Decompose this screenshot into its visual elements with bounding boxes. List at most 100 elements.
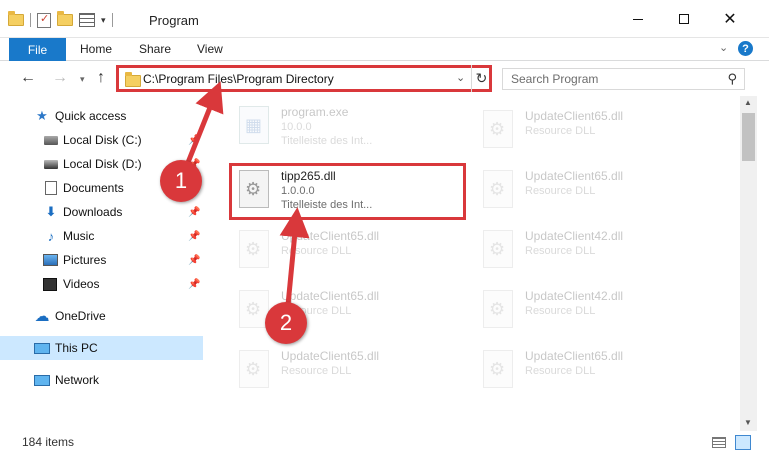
file-name: UpdateClient42.dll [525,229,624,243]
window-bottom-edge [0,455,769,471]
file-item[interactable]: UpdateClient65.dll Resource DLL [229,224,469,274]
navigation-pane: ★ Quick access Local Disk (C:) 📌 Local D… [0,96,205,431]
dll-file-icon [483,170,513,208]
file-item[interactable]: UpdateClient65.dll Resource DLL [229,344,469,394]
quick-access-toolbar: ▾ [8,10,113,30]
tab-home[interactable]: Home [80,42,112,56]
vertical-scrollbar[interactable]: ▲ ▼ [740,96,757,431]
cloud-icon: ☁ [34,308,50,325]
chevron-down-icon[interactable]: ⌄ [456,71,465,84]
expand-ribbon-icon[interactable]: ⌄ [719,41,728,54]
help-icon[interactable]: ? [738,41,753,56]
sidebar-item-this-pc[interactable]: This PC [0,336,203,360]
tab-share[interactable]: Share [139,42,171,56]
sidebar-item-videos[interactable]: Videos 📌 [0,272,203,296]
file-type: Resource DLL [281,365,352,377]
item-count: 184 items [22,435,75,449]
file-name: UpdateClient65.dll [525,349,624,363]
pin-icon[interactable]: 📌 [188,279,200,290]
sidebar-item-label: This PC [55,341,98,355]
minimize-button[interactable] [615,0,661,38]
application-icon [239,106,269,144]
file-type: Resource DLL [525,125,596,137]
file-item[interactable]: UpdateClient65.dll Resource DLL [473,344,713,394]
sidebar-item-label: Music [63,229,95,243]
dll-file-icon [483,350,513,388]
up-arrow-icon[interactable]: ↑ [97,69,105,87]
file-item[interactable]: UpdateClient65.dll Resource DLL [473,104,713,154]
search-input[interactable]: Search Program ⚲ [502,68,745,90]
disk-icon [44,135,58,145]
scroll-up-icon[interactable]: ▲ [744,98,752,107]
file-name: program.exe [281,105,349,119]
file-item-program-exe[interactable]: program.exe 10.0.0 Titelleiste des Int..… [229,100,469,150]
folder-icon [8,11,24,26]
refresh-icon[interactable]: ↻ [471,65,491,92]
file-type: Resource DLL [525,365,596,377]
file-list: program.exe 10.0.0 Titelleiste des Int..… [213,96,740,431]
sidebar-item-label: Downloads [63,205,123,219]
pin-icon[interactable]: 📌 [188,231,200,242]
sidebar-item-label: Videos [63,277,100,291]
recent-locations-icon[interactable]: ▾ [80,74,85,85]
sidebar-item-label: Local Disk (D:) [63,157,142,171]
file-type: Resource DLL [525,185,596,197]
divider [30,13,31,27]
file-name: UpdateClient42.dll [525,289,624,303]
navigation-bar: ← → ▾ ↑ C:\Program Files\Program Directo… [0,62,769,96]
sidebar-item-label: Quick access [55,109,127,123]
dll-file-icon [483,110,513,148]
forward-arrow-icon[interactable]: → [52,69,68,87]
close-button[interactable]: ✕ [707,0,753,38]
file-name: UpdateClient65.dll [281,229,380,243]
download-icon: ⬇ [45,204,57,219]
videos-icon [43,277,57,291]
file-item[interactable]: UpdateClient42.dll Resource DLL [473,284,713,334]
disk-icon [44,159,58,169]
pin-icon[interactable]: 📌 [188,255,200,266]
sidebar-item-label: Local Disk (C:) [63,133,142,147]
highlight-box [229,163,466,220]
file-name: UpdateClient65.dll [525,169,624,183]
tab-file[interactable]: File [9,38,66,61]
file-type: Resource DLL [281,245,352,257]
window-title: Program [149,13,199,28]
divider [111,13,113,27]
scrollbar-thumb[interactable] [742,113,755,161]
sidebar-item-label: Network [55,373,100,387]
customize-toolbar-icon[interactable]: ▾ [101,15,106,26]
pin-icon[interactable]: 📌 [188,135,200,146]
file-item[interactable]: UpdateClient42.dll Resource DLL [473,224,713,274]
file-item[interactable]: UpdateClient65.dll Resource DLL [473,164,713,214]
pictures-icon [43,254,58,266]
sidebar-item-network[interactable]: Network [0,368,203,392]
file-version: 10.0.0 [281,121,312,133]
back-arrow-icon[interactable]: ← [20,69,36,87]
view-icon[interactable] [79,13,95,27]
maximize-icon [679,14,689,24]
step-1-badge: 1 [160,160,202,202]
properties-icon[interactable] [37,12,51,28]
folder-icon [125,72,141,87]
tab-view[interactable]: View [197,42,223,56]
file-name: UpdateClient65.dll [281,289,380,303]
sidebar-item-local-disk-c[interactable]: Local Disk (C:) 📌 [0,128,203,152]
sidebar-item-label: Pictures [63,253,107,267]
scroll-down-icon[interactable]: ▼ [744,418,752,427]
address-path[interactable]: C:\Program Files\Program Directory [143,72,334,86]
pin-icon[interactable]: 📌 [188,207,200,218]
large-icons-view-icon[interactable] [735,435,751,450]
new-folder-icon[interactable] [57,11,73,26]
file-type: Resource DLL [525,245,596,257]
sidebar-item-downloads[interactable]: ⬇ Downloads 📌 [0,200,203,224]
sidebar-item-onedrive[interactable]: ☁ OneDrive [0,304,203,328]
address-bar[interactable]: C:\Program Files\Program Directory ⌄ ↻ [116,65,492,92]
maximize-button[interactable] [661,0,707,38]
dll-file-icon [483,230,513,268]
sidebar-item-pictures[interactable]: Pictures 📌 [0,248,203,272]
dll-file-icon [483,290,513,328]
details-view-icon[interactable] [712,437,726,448]
sidebar-item-music[interactable]: ♪ Music 📌 [0,224,203,248]
sidebar-item-quick-access[interactable]: ★ Quick access [0,104,203,128]
search-icon[interactable]: ⚲ [727,71,737,87]
